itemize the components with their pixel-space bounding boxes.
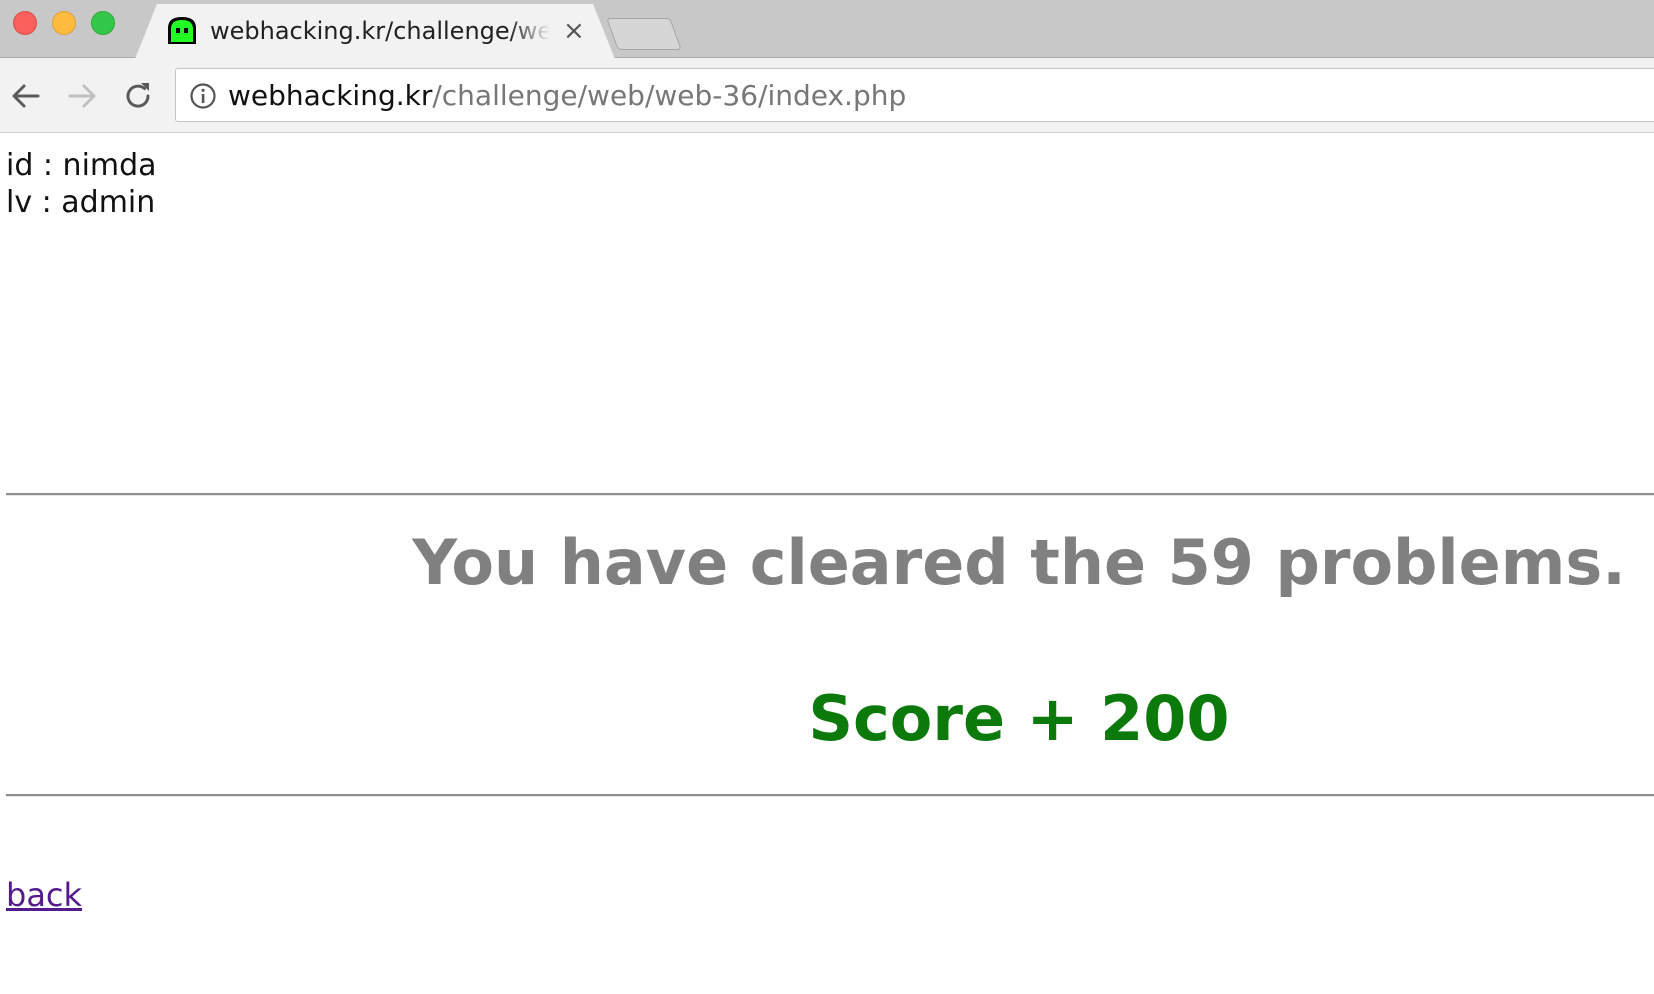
site-info-icon[interactable] bbox=[189, 82, 217, 110]
url-text[interactable]: webhacking.kr/challenge/web/web-36/index… bbox=[228, 78, 906, 114]
window-maximize-button[interactable] bbox=[91, 11, 115, 35]
back-link[interactable]: back bbox=[6, 875, 82, 915]
new-tab-button[interactable] bbox=[606, 18, 682, 50]
score-message: Score + 200 bbox=[808, 682, 1230, 755]
url-path: /challenge/web/web-36/index.php bbox=[432, 79, 907, 112]
top-divider bbox=[6, 493, 1654, 496]
tab-close-icon[interactable]: × bbox=[563, 18, 585, 44]
cleared-problems-message: You have cleared the 59 problems. bbox=[412, 526, 1626, 599]
tab-title: webhacking.kr/challenge/web/web-36/index… bbox=[210, 17, 550, 45]
browser-toolbar: webhacking.kr/challenge/web/web-36/index… bbox=[0, 58, 1654, 133]
green-ghost-favicon-icon bbox=[168, 17, 196, 44]
window-close-button[interactable] bbox=[13, 11, 37, 35]
page-content: id : nimda lv : admin You have cleared t… bbox=[0, 133, 1654, 994]
browser-tab-strip: webhacking.kr/challenge/web/web-36/index… bbox=[0, 0, 1654, 59]
back-arrow-icon[interactable] bbox=[8, 78, 44, 114]
user-level-line: lv : admin bbox=[6, 185, 156, 220]
forward-arrow-icon[interactable] bbox=[64, 78, 100, 114]
url-host: webhacking.kr bbox=[228, 79, 433, 112]
reload-icon[interactable] bbox=[120, 78, 156, 114]
window-minimize-button[interactable] bbox=[52, 11, 76, 35]
bottom-divider bbox=[6, 794, 1654, 797]
user-id-line: id : nimda bbox=[6, 148, 157, 183]
address-bar[interactable]: webhacking.kr/challenge/web/web-36/index… bbox=[175, 68, 1654, 122]
